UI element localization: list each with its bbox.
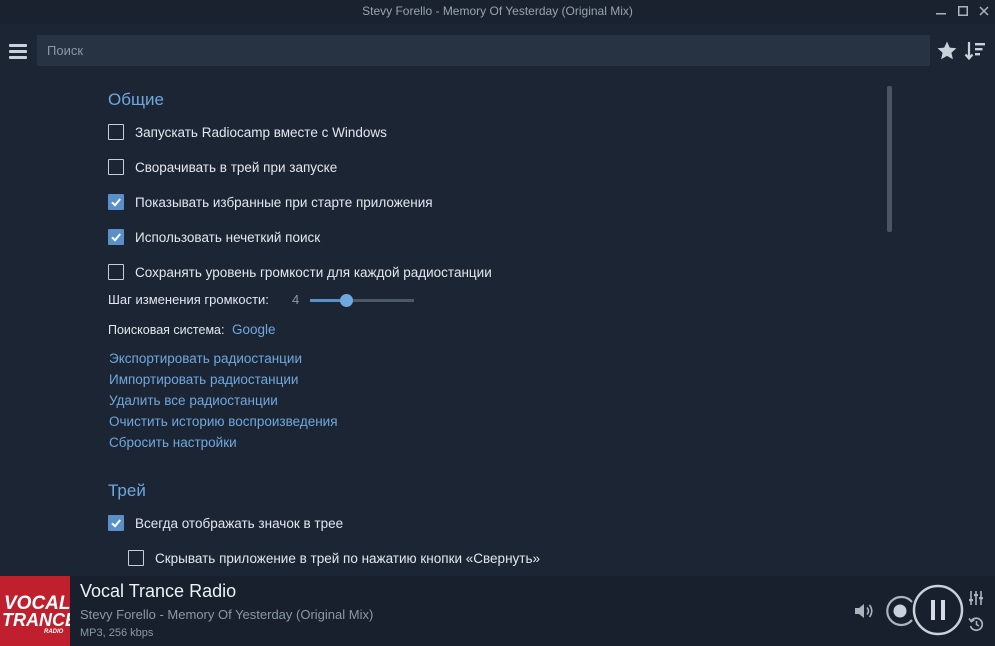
- checkbox-label: Запускать Radiocamp вместе с Windows: [135, 124, 387, 140]
- station-logo-image: VOCAL TRANCE RADIO: [2, 593, 70, 635]
- search-input[interactable]: [37, 35, 930, 66]
- title-bar: Stevy Forello - Memory Of Yesterday (Ori…: [0, 0, 995, 24]
- checkbox-label: Использовать нечеткий поиск: [135, 229, 321, 245]
- history-icon: [968, 617, 984, 632]
- reset-settings-link[interactable]: Сбросить настройки: [109, 435, 237, 450]
- menu-icon[interactable]: [9, 43, 27, 59]
- checkbox-label: Показывать избранные при старте приложен…: [135, 194, 433, 210]
- volume-step-value: 4: [292, 292, 300, 307]
- volume-button[interactable]: [853, 602, 875, 625]
- checkbox-box[interactable]: [108, 515, 124, 531]
- clear-history-link[interactable]: Очистить историю воспроизведения: [109, 414, 338, 429]
- stream-format: MP3, 256 kbps: [80, 627, 154, 639]
- close-button[interactable]: [972, 2, 995, 22]
- checkbox-fuzzy-search[interactable]: Использовать нечеткий поиск: [108, 227, 320, 247]
- volume-step-slider-handle[interactable]: [339, 294, 353, 307]
- station-logo[interactable]: VOCAL TRANCE RADIO: [0, 576, 70, 646]
- import-stations-link[interactable]: Импортировать радиостанции: [109, 372, 298, 387]
- equalizer-button[interactable]: [968, 590, 984, 611]
- check-icon: [111, 198, 121, 207]
- settings-panel: Общие Запускать Radiocamp вместе с Windo…: [0, 74, 995, 576]
- minimize-icon: [936, 13, 946, 15]
- checkbox-box[interactable]: [108, 159, 124, 175]
- scrollbar-thumb[interactable]: [887, 86, 892, 232]
- volume-icon: [855, 604, 873, 618]
- minimize-button[interactable]: [929, 2, 953, 22]
- logo-text-trance: TRANCE: [2, 610, 70, 630]
- checkbox-box[interactable]: [108, 264, 124, 280]
- track-title: Stevy Forello - Memory Of Yesterday (Ori…: [80, 607, 374, 622]
- checkbox-box[interactable]: [108, 229, 124, 245]
- check-icon: [111, 233, 121, 242]
- checkbox-box[interactable]: [108, 194, 124, 210]
- checkbox-save-volume[interactable]: Сохранять уровень громкости для каждой р…: [108, 262, 492, 282]
- checkbox-label: Всегда отображать значок в трее: [135, 515, 344, 531]
- delete-stations-link[interactable]: Удалить все радиостанции: [109, 393, 278, 408]
- check-icon: [111, 519, 121, 528]
- checkbox-autostart[interactable]: Запускать Radiocamp вместе с Windows: [108, 122, 387, 142]
- search-engine-select[interactable]: Google: [232, 322, 276, 337]
- player-bar: VOCAL TRANCE RADIO Vocal Trance Radio St…: [0, 576, 995, 646]
- station-name: Vocal Trance Radio: [80, 581, 237, 601]
- equalizer-icon: [969, 591, 983, 605]
- checkbox-show-favorites[interactable]: Показывать избранные при старте приложен…: [108, 192, 433, 212]
- checkbox-label: Сворачивать в трей при запуске: [135, 159, 338, 175]
- history-button[interactable]: [968, 616, 984, 637]
- export-stations-link[interactable]: Экспортировать радиостанции: [109, 351, 302, 366]
- checkbox-box[interactable]: [108, 124, 124, 140]
- checkbox-label: Скрывать приложение в трей по нажатию кн…: [155, 550, 540, 566]
- logo-text-radio: RADIO: [44, 629, 64, 635]
- window-title: Stevy Forello - Memory Of Yesterday (Ori…: [362, 4, 633, 18]
- sort-icon: [964, 42, 985, 61]
- sort-button[interactable]: [964, 40, 986, 62]
- favorites-button[interactable]: [935, 39, 959, 63]
- checkbox-label: Сохранять уровень громкости для каждой р…: [135, 264, 492, 280]
- search-engine-label: Поисковая система:: [108, 323, 225, 337]
- maximize-icon: [958, 6, 968, 16]
- section-title-tray: Трей: [108, 481, 146, 500]
- pause-icon: [912, 584, 964, 636]
- checkbox-box[interactable]: [128, 550, 144, 566]
- close-icon: [979, 6, 989, 16]
- checkbox-always-show-tray[interactable]: Всегда отображать значок в трее: [108, 513, 343, 533]
- radiocamp-window: Stevy Forello - Memory Of Yesterday (Ori…: [0, 0, 995, 646]
- checkbox-minimize-on-start[interactable]: Сворачивать в трей при запуске: [108, 157, 337, 177]
- section-title-general: Общие: [108, 90, 164, 109]
- checkbox-hide-to-tray[interactable]: Скрывать приложение в трей по нажатию кн…: [128, 548, 540, 568]
- star-icon: [937, 41, 957, 60]
- pause-button[interactable]: [912, 584, 964, 641]
- volume-step-label: Шаг изменения громкости:: [108, 292, 269, 307]
